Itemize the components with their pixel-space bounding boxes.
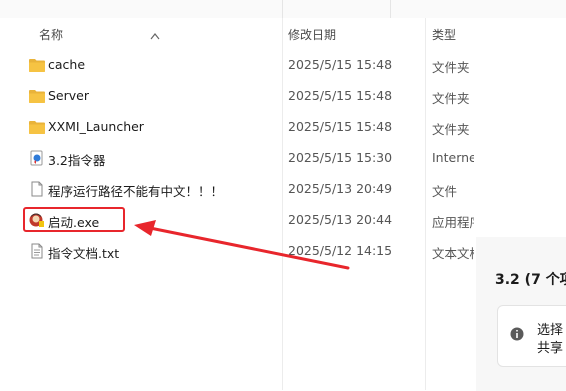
file-type: 文件 (432, 184, 458, 199)
file-row-readme[interactable]: 程序运行路径不能有中文！！！ 2025/5/13 20:49 文件 (0, 174, 476, 205)
file-row-cache[interactable]: cache 2025/5/15 15:48 文件夹 (0, 50, 476, 81)
details-pane: 3.2 (7 个项 选择 共享 (476, 237, 566, 391)
file-type: 文件夹 (432, 122, 470, 137)
file-type: 文件夹 (432, 91, 470, 106)
file-type: 应用程序 (432, 215, 474, 230)
file-name: XXMI_Launcher (48, 119, 144, 134)
info-text-line-1: 选择 (537, 323, 564, 338)
file-name: 指令文档.txt (48, 246, 120, 261)
file-type: 文本文档 (432, 246, 474, 261)
file-name: 程序运行路径不能有中文！！！ (48, 184, 224, 199)
file-row-shortcut[interactable]: 3.2指令器 2025/5/15 15:30 Internet (0, 143, 476, 174)
column-header-row: 名称 修改日期 类型 (0, 18, 566, 48)
details-title: 3.2 (7 个项 (495, 272, 566, 288)
file-row-xxmi-launcher[interactable]: XXMI_Launcher 2025/5/15 15:48 文件夹 (0, 112, 476, 143)
file-name: cache (48, 57, 86, 72)
file-type: 文件夹 (432, 60, 470, 75)
file-date: 2025/5/12 14:15 (288, 243, 393, 258)
folder-icon (29, 121, 45, 134)
info-card: 选择 共享 (497, 305, 566, 367)
highlight-annotation-box (23, 207, 125, 232)
file-date: 2025/5/13 20:49 (288, 181, 393, 196)
internet-shortcut-icon (30, 150, 43, 166)
info-icon (510, 327, 524, 341)
file-type: Internet (432, 150, 474, 165)
file-date: 2025/5/13 20:44 (288, 212, 393, 227)
sort-ascending-icon (150, 33, 160, 40)
column-header-date-modified[interactable]: 修改日期 (288, 26, 336, 43)
file-row-command-doc[interactable]: 指令文档.txt 2025/5/12 14:15 文本文档 (0, 236, 476, 267)
column-header-type[interactable]: 类型 (432, 26, 456, 43)
text-file-icon (31, 243, 43, 259)
toolbar-strip (0, 0, 566, 18)
toolbar-segment (0, 0, 283, 18)
file-icon (31, 181, 43, 197)
file-name: Server (48, 88, 89, 103)
info-text-line-2: 共享 (537, 341, 564, 356)
folder-icon (29, 90, 45, 103)
file-date: 2025/5/15 15:48 (288, 119, 393, 134)
file-row-server[interactable]: Server 2025/5/15 15:48 文件夹 (0, 81, 476, 112)
toolbar-segment (282, 0, 391, 18)
file-date: 2025/5/15 15:48 (288, 57, 393, 72)
file-date: 2025/5/15 15:48 (288, 88, 393, 103)
column-header-name[interactable]: 名称 (39, 26, 63, 43)
file-date: 2025/5/15 15:30 (288, 150, 393, 165)
folder-icon (29, 59, 45, 72)
file-name: 3.2指令器 (48, 153, 106, 168)
